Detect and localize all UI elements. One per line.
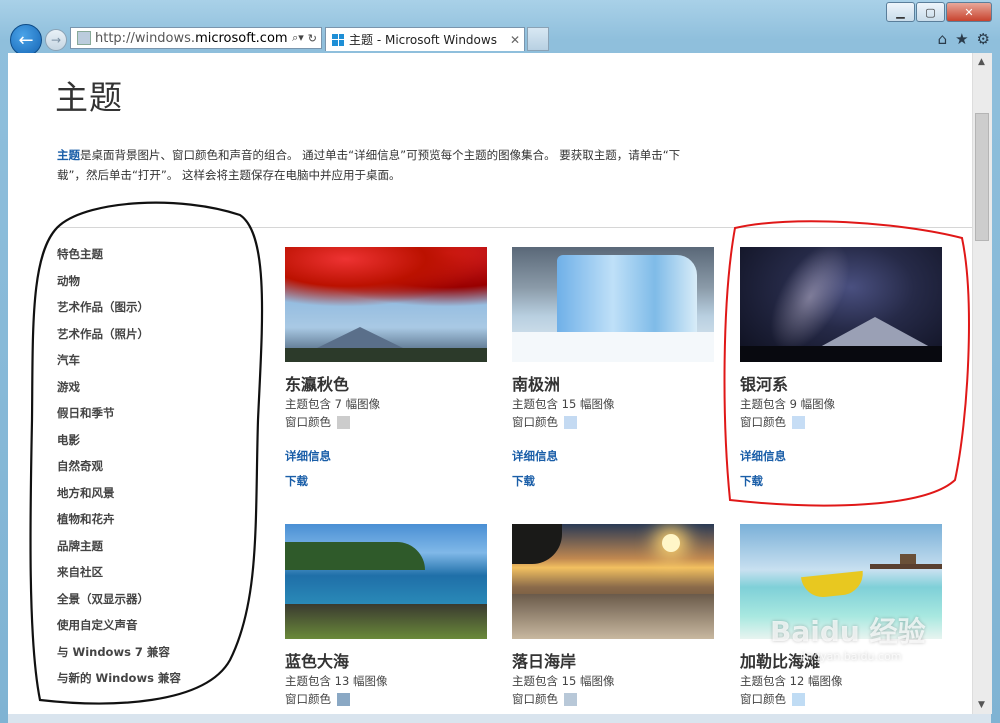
close-button[interactable]: ✕	[946, 2, 992, 22]
category-item[interactable]: 全景（双显示器）	[57, 586, 181, 613]
arrow-left-icon: ←	[18, 29, 34, 51]
theme-window-color: 窗口颜色	[512, 690, 714, 708]
browser-window: ▁ ▢ ✕ ← → http://windows.microsoft.com ⌕…	[0, 0, 1000, 723]
page-icon	[77, 31, 91, 45]
details-link[interactable]: 详细信息	[740, 448, 942, 464]
window-controls: ▁ ▢ ✕	[885, 2, 992, 22]
details-link[interactable]: 详细信息	[512, 448, 714, 464]
scroll-thumb[interactable]	[975, 113, 989, 241]
tab-close-icon[interactable]: ✕	[510, 33, 524, 47]
home-icon[interactable]: ⌂	[938, 30, 948, 48]
status-bar	[8, 714, 991, 723]
maximize-button[interactable]: ▢	[916, 2, 945, 22]
theme-window-color: 窗口颜色	[285, 690, 487, 708]
category-item[interactable]: 艺术作品（照片）	[57, 321, 181, 348]
theme-title: 银河系	[740, 375, 789, 394]
category-list: 特色主题 动物 艺术作品（图示） 艺术作品（照片） 汽车 游戏 假日和季节 电影…	[57, 241, 181, 692]
category-item[interactable]: 游戏	[57, 374, 181, 401]
theme-window-color: 窗口颜色	[740, 413, 942, 431]
theme-card: 东瀛秋色 主题包含 7 幅图像 窗口颜色 详细信息 下载	[285, 247, 487, 489]
page-title: 主题	[55, 78, 123, 117]
back-button[interactable]: ←	[10, 24, 42, 56]
minimize-button[interactable]: ▁	[886, 2, 915, 22]
download-link[interactable]: 下载	[740, 473, 942, 489]
category-item[interactable]: 与 Windows 7 兼容	[57, 639, 181, 666]
theme-title: 南极洲	[512, 375, 561, 394]
theme-thumbnail[interactable]	[285, 524, 487, 639]
theme-title: 东瀛秋色	[285, 375, 350, 394]
category-item[interactable]: 特色主题	[57, 241, 181, 268]
gear-icon[interactable]: ⚙	[977, 30, 990, 48]
category-item[interactable]: 与新的 Windows 兼容	[57, 665, 181, 692]
vertical-scrollbar[interactable]: ▲ ▼	[972, 53, 992, 714]
favorites-star-icon[interactable]: ★	[955, 30, 968, 48]
scroll-up-icon[interactable]: ▲	[978, 57, 985, 67]
category-item[interactable]: 使用自定义声音	[57, 612, 181, 639]
address-url: http://windows.microsoft.com	[95, 30, 288, 46]
color-swatch	[564, 692, 577, 706]
category-item[interactable]: 品牌主题	[57, 533, 181, 560]
theme-window-color: 窗口颜色	[740, 690, 942, 708]
theme-thumbnail[interactable]	[285, 247, 487, 362]
theme-image-count: 主题包含 13 幅图像	[285, 674, 388, 688]
theme-image-count: 主题包含 9 幅图像	[740, 397, 836, 411]
theme-thumbnail[interactable]	[740, 247, 942, 362]
category-item[interactable]: 汽车	[57, 347, 181, 374]
theme-image-count: 主题包含 7 幅图像	[285, 397, 381, 411]
theme-thumbnail[interactable]	[512, 247, 714, 362]
theme-card: 蓝色大海 主题包含 13 幅图像 窗口颜色	[285, 524, 487, 708]
search-icon[interactable]: ⌕▾	[292, 31, 304, 45]
theme-card: 银河系 主题包含 9 幅图像 窗口颜色 详细信息 下载	[740, 247, 942, 489]
category-item[interactable]: 地方和风景	[57, 480, 181, 507]
theme-window-color: 窗口颜色	[512, 413, 714, 431]
details-link[interactable]: 详细信息	[285, 448, 487, 464]
color-swatch	[792, 692, 805, 706]
tab-themes[interactable]: 主题 - Microsoft Windows ✕	[325, 27, 525, 51]
theme-window-color: 窗口颜色	[285, 413, 487, 431]
new-tab-button[interactable]	[527, 27, 549, 51]
tab-title: 主题 - Microsoft Windows	[349, 33, 497, 47]
download-link[interactable]: 下载	[285, 473, 487, 489]
category-item[interactable]: 来自社区	[57, 559, 181, 586]
arrow-right-icon: →	[50, 33, 62, 47]
theme-image-count: 主题包含 15 幅图像	[512, 674, 615, 688]
theme-thumbnail[interactable]	[512, 524, 714, 639]
color-swatch	[337, 415, 350, 429]
category-item[interactable]: 植物和花卉	[57, 506, 181, 533]
category-item[interactable]: 自然奇观	[57, 453, 181, 480]
theme-title: 落日海岸	[512, 652, 577, 671]
category-item[interactable]: 艺术作品（图示）	[57, 294, 181, 321]
address-bar[interactable]: http://windows.microsoft.com ⌕▾ ↻	[70, 27, 322, 49]
theme-title: 蓝色大海	[285, 652, 350, 671]
intro-themes-link[interactable]: 主题	[57, 148, 80, 162]
category-item[interactable]: 电影	[57, 427, 181, 454]
theme-image-count: 主题包含 15 幅图像	[512, 397, 615, 411]
scroll-down-icon[interactable]: ▼	[978, 700, 985, 710]
category-item[interactable]: 动物	[57, 268, 181, 295]
divider	[56, 227, 972, 228]
download-link[interactable]: 下载	[512, 473, 714, 489]
theme-card: 南极洲 主题包含 15 幅图像 窗口颜色 详细信息 下载	[512, 247, 714, 489]
forward-button[interactable]: →	[45, 29, 67, 51]
watermark: Baidu 经验 jingyan.baidu.com	[770, 615, 926, 663]
refresh-icon[interactable]: ↻	[308, 32, 317, 45]
windows-logo-icon	[332, 33, 344, 46]
category-item[interactable]: 假日和季节	[57, 400, 181, 427]
theme-image-count: 主题包含 12 幅图像	[740, 674, 843, 688]
intro-text: 主题是桌面背景图片、窗口颜色和声音的组合。 通过单击“详细信息”可预览每个主题的…	[57, 148, 681, 182]
color-swatch	[564, 415, 577, 429]
theme-card: 落日海岸 主题包含 15 幅图像 窗口颜色	[512, 524, 714, 708]
browser-tools: ⌂ ★ ⚙	[938, 30, 990, 48]
color-swatch	[337, 692, 350, 706]
color-swatch	[792, 415, 805, 429]
